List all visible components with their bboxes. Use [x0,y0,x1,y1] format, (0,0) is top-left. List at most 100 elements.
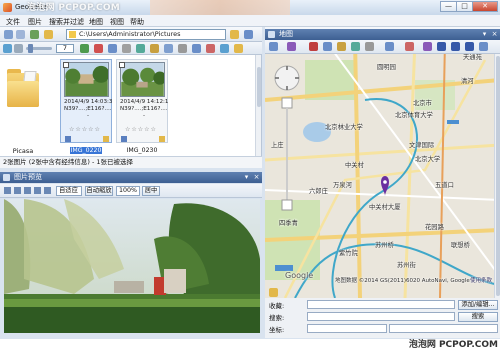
arrow-icon-3[interactable] [465,42,474,51]
last-icon[interactable] [44,187,51,194]
up-folder-icon[interactable] [30,30,39,39]
add-edit-button[interactable]: 添加/编辑... [458,300,498,310]
preview-photo [4,199,260,333]
map-header: 地图 ▾ × [265,29,500,40]
route-icon[interactable] [323,42,332,51]
refresh-icon[interactable] [3,44,12,53]
export-icon[interactable] [234,44,243,53]
copy-icon[interactable] [150,44,159,53]
thumbnail-label-selected[interactable]: IMG_0220 [69,147,103,154]
terms-link[interactable]: 使用条款 [470,276,492,284]
map-label: 苏州街 [397,262,416,269]
favorites-select[interactable] [307,300,455,309]
title-bar: GeoSetter 泡泡网 PCPOP.COM — □ ✕ [0,0,500,15]
folder-name: Picasa [12,147,34,155]
photo-dash: - [86,113,90,119]
filter-icon[interactable] [122,44,131,53]
map-view[interactable]: 圆明园 天通苑 清河 北京市 北京体育大学 文津国际 北京大学 北京林业大学 中… [265,40,500,298]
map-title: 地图 [279,30,293,38]
select-checkbox[interactable] [119,62,125,68]
paste-icon[interactable] [164,44,173,53]
select-icon[interactable] [136,44,145,53]
map-label: 上庄 [271,142,284,149]
center-button[interactable]: 居中 [142,186,160,196]
arrow-icon-2[interactable] [451,42,460,51]
menu-view[interactable]: 视图 [110,17,124,27]
address-bar[interactable]: C:\Users\Administrator\Pictures [66,29,226,40]
thumbnail-scrollbar[interactable] [255,55,261,156]
map-layer-icon[interactable] [269,42,278,51]
fit-select[interactable]: 自适应 [56,186,82,196]
area-icon[interactable] [351,42,360,51]
slider-handle[interactable] [28,44,33,53]
auto-zoom-button[interactable]: 自动缩放 [85,186,113,196]
photo-date: 2014/4/9 14:12:10 [120,99,168,105]
folder-small-icon [69,31,76,38]
map-sync-icon[interactable] [192,44,201,53]
zoom-select[interactable]: 100% [116,186,140,196]
maximize-button[interactable]: □ [456,1,473,12]
next-icon[interactable] [34,187,41,194]
watermark-bottom: 泡泡网 PCPOP.COM [408,340,498,350]
preview-header: 图片预览 ▾ × [0,172,262,183]
import-icon[interactable] [385,42,394,51]
address-path: C:\Users\Administrator\Pictures [79,30,181,38]
measure-icon[interactable] [365,42,374,51]
map-scrollbar[interactable] [494,54,500,298]
panel-close-icon[interactable]: × [252,173,261,182]
photo-dash: - [142,113,146,119]
menu-map[interactable]: 地图 [89,17,103,27]
select-checkbox[interactable] [63,62,69,68]
thumbnail-card[interactable]: 2014/4/9 14:12:10 N39?....;E116?.... - ☆… [116,59,168,143]
app-logo-icon [3,3,12,12]
browse-folder-icon[interactable] [230,30,239,39]
play-icon[interactable] [24,187,31,194]
menu-help[interactable]: 帮助 [130,17,144,27]
background-photo-strip [150,0,290,15]
folder-icon[interactable] [44,30,53,39]
menu-search-filter[interactable]: 搜索并过滤 [49,17,84,27]
map-icon [268,31,275,38]
coords-field[interactable] [307,324,387,333]
favorites-icon[interactable] [244,30,253,39]
folder-thumbnail[interactable] [7,69,39,107]
thumbnail-size-slider[interactable] [26,44,52,53]
back-icon[interactable] [4,30,13,39]
first-icon[interactable] [4,187,11,194]
rating-stars[interactable]: ☆☆☆☆☆ [69,126,101,133]
minimize-button[interactable]: — [440,1,457,12]
delete-icon[interactable] [94,44,103,53]
search-button[interactable]: 搜索 [458,312,498,322]
rating-stars[interactable]: ☆☆☆☆☆ [125,126,157,133]
thumbnail-panel: Picasa 2014/4/9 14:03:30 N39?....;E116?.… [0,55,262,156]
map-options-icon[interactable] [479,42,488,51]
rotate-icon[interactable] [80,44,89,53]
map-panel-menu-icon[interactable]: ▾ [480,30,489,39]
save-icon[interactable] [220,44,229,53]
arrow-left-icon[interactable] [423,42,432,51]
thumbnail-label[interactable]: IMG_0230 [116,147,168,154]
arrow-icon[interactable] [437,42,446,51]
map-label: 北京市 [413,100,432,107]
pencil-icon[interactable] [269,288,278,297]
coords-field-2[interactable] [389,324,498,333]
panel-menu-icon[interactable]: ▾ [242,173,251,182]
prev-icon[interactable] [14,187,21,194]
map-panel-close-icon[interactable]: × [490,30,499,39]
menu-file[interactable]: 文件 [6,17,20,27]
track-icon[interactable] [337,42,346,51]
menu-image[interactable]: 图片 [28,17,42,27]
thumbnail-card[interactable]: 2014/4/9 14:03:30 N39?....;E116?.... - ☆… [60,59,112,143]
forward-icon[interactable] [16,30,25,39]
settings-icon[interactable] [178,44,187,53]
zoom-spin[interactable]: 7 [56,44,74,53]
remove-position-icon[interactable] [405,42,414,51]
pin-icon[interactable] [287,42,296,51]
search-input[interactable] [307,312,455,321]
coords-label: 坐标: [269,326,285,334]
close-button[interactable]: ✕ [472,1,498,12]
marker-icon[interactable] [309,42,318,51]
zoom-out-icon[interactable] [14,44,23,53]
remove-icon[interactable] [206,44,215,53]
sync-icon[interactable] [108,44,117,53]
